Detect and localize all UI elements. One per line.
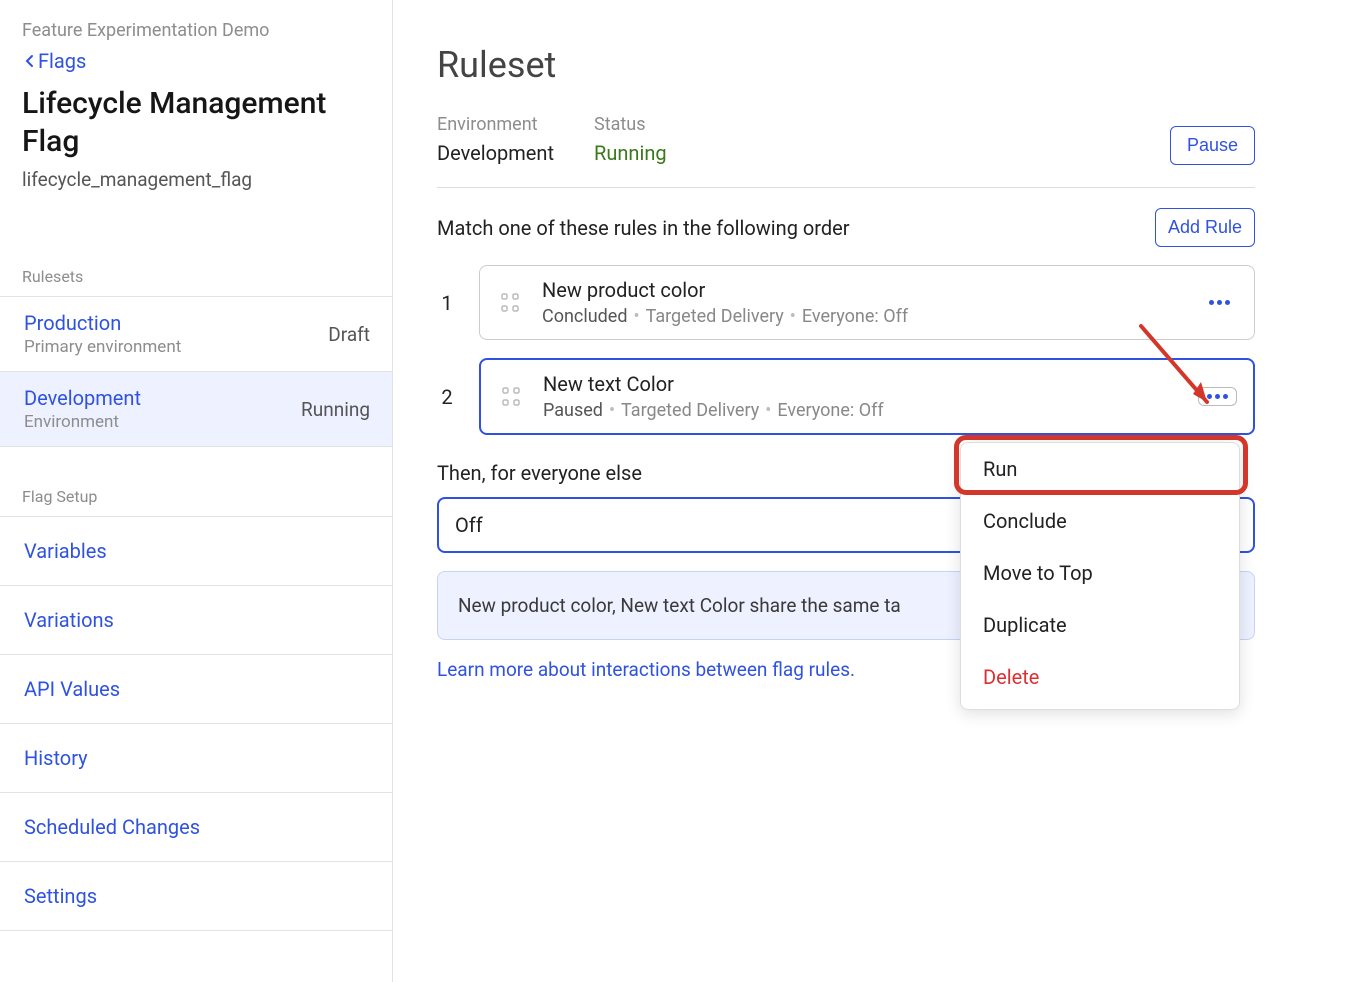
more-icon bbox=[1209, 300, 1214, 305]
back-link-label: Flags bbox=[38, 49, 86, 73]
flag-key: lifecycle_management_flag bbox=[22, 168, 370, 191]
rulesets-section-label: Rulesets bbox=[0, 257, 392, 296]
rule-index: 2 bbox=[437, 358, 457, 435]
page-title: Ruleset bbox=[437, 44, 1255, 86]
project-name: Feature Experimentation Demo bbox=[22, 20, 370, 41]
more-icon bbox=[1207, 394, 1212, 399]
dropdown-delete[interactable]: Delete bbox=[961, 651, 1239, 703]
rule-row: 1 New product color Concluded•Targeted D… bbox=[437, 265, 1255, 340]
add-rule-button[interactable]: Add Rule bbox=[1155, 208, 1255, 247]
rule-index: 1 bbox=[437, 265, 457, 340]
rule-name: New text Color bbox=[543, 372, 884, 396]
environment-label: Environment bbox=[437, 114, 554, 135]
nav-scheduled-changes[interactable]: Scheduled Changes bbox=[0, 792, 392, 861]
nav-settings[interactable]: Settings bbox=[0, 861, 392, 931]
rule-actions-dropdown: Run Conclude Move to Top Duplicate Delet… bbox=[960, 442, 1240, 710]
rule-card[interactable]: New text Color Paused•Targeted Delivery•… bbox=[479, 358, 1255, 435]
environment-value: Development bbox=[437, 141, 554, 165]
ruleset-item-production[interactable]: Production Primary environment Draft bbox=[0, 296, 392, 371]
learn-more-link[interactable]: Learn more about interactions between fl… bbox=[437, 658, 855, 681]
rule-meta: Concluded•Targeted Delivery•Everyone: Of… bbox=[542, 306, 908, 327]
flag-title: Lifecycle Management Flag bbox=[22, 85, 370, 160]
rule-more-button[interactable] bbox=[1198, 387, 1237, 406]
pause-button[interactable]: Pause bbox=[1170, 126, 1255, 165]
ruleset-item-development[interactable]: Development Environment Running bbox=[0, 371, 392, 446]
ruleset-name: Development bbox=[24, 386, 141, 410]
drag-handle-icon[interactable] bbox=[496, 291, 524, 315]
dropdown-duplicate[interactable]: Duplicate bbox=[961, 599, 1239, 651]
ruleset-status: Draft bbox=[328, 323, 370, 346]
rule-name: New product color bbox=[542, 278, 908, 302]
status-label: Status bbox=[594, 114, 667, 135]
dropdown-move-to-top[interactable]: Move to Top bbox=[961, 547, 1239, 599]
dropdown-run[interactable]: Run bbox=[961, 443, 1239, 495]
back-to-flags-link[interactable]: Flags bbox=[22, 49, 370, 73]
rule-meta: Paused•Targeted Delivery•Everyone: Off bbox=[543, 400, 884, 421]
nav-variables[interactable]: Variables bbox=[0, 516, 392, 585]
nav-history[interactable]: History bbox=[0, 723, 392, 792]
drag-handle-icon[interactable] bbox=[497, 385, 525, 409]
sidebar: Feature Experimentation Demo Flags Lifec… bbox=[0, 0, 393, 982]
nav-variations[interactable]: Variations bbox=[0, 585, 392, 654]
ruleset-sub: Environment bbox=[24, 412, 141, 432]
rule-more-button[interactable] bbox=[1201, 294, 1238, 311]
ruleset-name: Production bbox=[24, 311, 181, 335]
ruleset-sub: Primary environment bbox=[24, 337, 181, 357]
chevron-left-icon bbox=[22, 53, 38, 69]
rule-row: 2 New text Color Paused•Targeted Deliver… bbox=[437, 358, 1255, 435]
flag-setup-section-label: Flag Setup bbox=[0, 477, 392, 516]
rule-card[interactable]: New product color Concluded•Targeted Del… bbox=[479, 265, 1255, 340]
nav-api-values[interactable]: API Values bbox=[0, 654, 392, 723]
dropdown-conclude[interactable]: Conclude bbox=[961, 495, 1239, 547]
rules-header-text: Match one of these rules in the followin… bbox=[437, 216, 850, 240]
ruleset-status: Running bbox=[301, 398, 370, 421]
status-value: Running bbox=[594, 141, 667, 165]
